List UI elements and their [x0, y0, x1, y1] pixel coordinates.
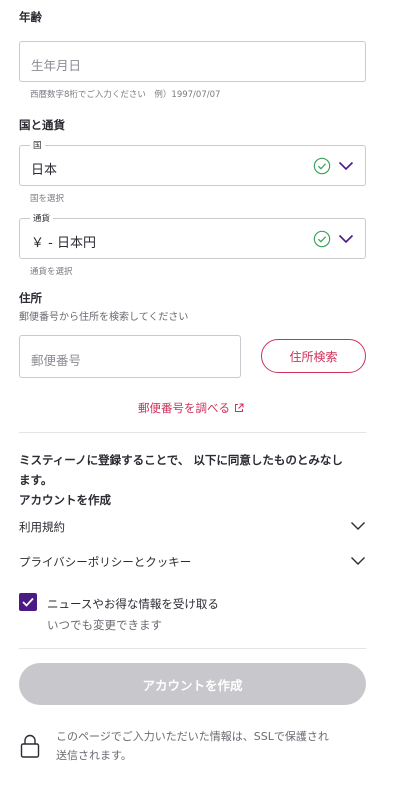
valid-check-icon [313, 157, 331, 175]
legal-line-3: アカウントを作成 [19, 493, 111, 507]
legal-text: ミスティーノに登録することで、 以下に同意したものとみなし ます。 アカウントを… [19, 450, 379, 510]
chevron-down-icon [351, 522, 365, 530]
age-label: 年齢 [19, 10, 42, 24]
chevron-down-icon[interactable] [338, 234, 354, 244]
chevron-down-icon [351, 557, 365, 565]
lock-icon [20, 734, 40, 758]
birthdate-placeholder: 生年月日 [31, 58, 82, 73]
ssl-note-line-1: このページでご入力いただいた情報は、SSLで保護され [56, 730, 329, 743]
birthdate-helper: 西暦数字8桁でご入力ください 例）1997/07/07 [30, 90, 221, 100]
legal-line-1: ミスティーノに登録することで、 以下に同意したものとみなし [19, 453, 343, 467]
country-value: 日本 [31, 163, 58, 178]
postal-code-input[interactable]: 郵便番号 [19, 335, 241, 378]
currency-select[interactable]: ￥ - 日本円 [19, 218, 366, 259]
newsletter-label: ニュースやお得な情報を受け取る [47, 597, 219, 611]
country-currency-label: 国と通貨 [19, 118, 65, 132]
birthdate-input[interactable]: 生年月日 [19, 41, 366, 82]
ssl-note: このページでご入力いただいた情報は、SSLで保護され 送信されます。 [56, 727, 386, 765]
ssl-note-line-2: 送信されます。 [56, 749, 132, 762]
address-label: 住所 [19, 291, 42, 305]
legal-line-2: ます。 [19, 473, 53, 487]
accordion-privacy-label: プライバシーポリシーとクッキー [19, 555, 192, 569]
address-sub: 郵便番号から住所を検索してください [19, 312, 189, 323]
country-float-label: 国 [30, 139, 45, 151]
country-select[interactable]: 日本 [19, 145, 366, 186]
divider [19, 648, 366, 649]
currency-value: ￥ - 日本円 [31, 236, 96, 251]
currency-helper: 通貨を選択 [30, 267, 73, 277]
accordion-terms[interactable]: 利用規約 [19, 516, 366, 538]
divider [19, 432, 366, 433]
accordion-privacy[interactable]: プライバシーポリシーとクッキー [19, 551, 366, 573]
valid-check-icon [313, 230, 331, 248]
accordion-terms-label: 利用規約 [19, 520, 65, 534]
newsletter-checkbox[interactable] [19, 593, 37, 611]
create-account-button[interactable]: アカウントを作成 [19, 663, 366, 705]
check-icon [22, 597, 34, 607]
chevron-down-icon[interactable] [338, 161, 354, 171]
newsletter-sub: いつでも変更できます [47, 618, 162, 632]
country-helper: 国を選択 [30, 194, 65, 204]
postal-lookup-label: 郵便番号を調べる [138, 401, 230, 415]
postal-lookup-link[interactable]: 郵便番号を調べる [138, 400, 244, 416]
address-search-button[interactable]: 住所検索 [261, 339, 366, 373]
external-link-icon [235, 403, 244, 412]
postal-code-placeholder: 郵便番号 [31, 353, 82, 368]
currency-float-label: 通貨 [30, 212, 54, 224]
